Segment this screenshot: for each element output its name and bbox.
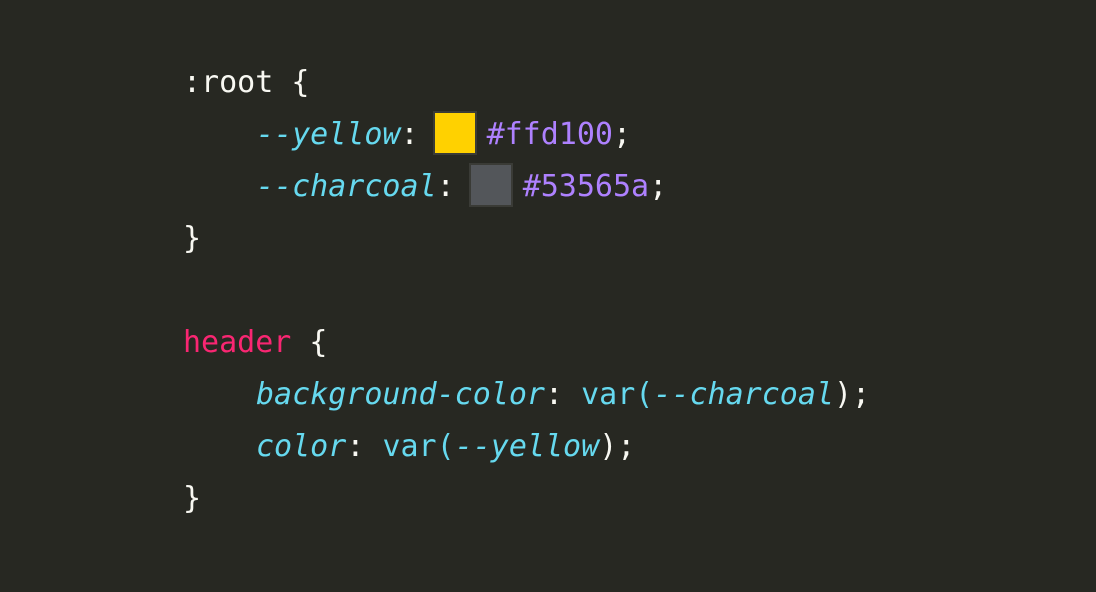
code-line-8: color: var(--yellow); xyxy=(183,421,635,473)
code-line-4: } xyxy=(183,213,201,265)
root-selector: :root xyxy=(183,65,274,100)
semicolon: ; xyxy=(617,429,636,464)
colon: : xyxy=(400,117,419,152)
property-name: background-color xyxy=(256,377,545,412)
close-paren: ) xyxy=(833,377,853,412)
code-line-2: --yellow: #ffd100; xyxy=(183,109,631,161)
code-editor[interactable]: :root { --yellow: #ffd100; --charcoal: #53… xyxy=(0,0,1096,592)
hex-value: #ffd100 xyxy=(486,117,613,152)
semicolon: ; xyxy=(852,377,871,412)
var-function: var( xyxy=(382,429,455,464)
color-swatch-yellow[interactable] xyxy=(432,110,477,155)
variable-name: --yellow xyxy=(454,429,600,464)
close-brace: } xyxy=(183,221,202,256)
property-name: color xyxy=(256,429,347,464)
code-line-3: --charcoal: #53565a; xyxy=(183,161,667,213)
property-name: --charcoal xyxy=(256,169,437,204)
code-line-6: header { xyxy=(183,317,328,369)
open-brace: { xyxy=(291,325,328,360)
open-brace: { xyxy=(273,65,310,100)
colon: : xyxy=(436,169,455,204)
semicolon: ; xyxy=(649,169,668,204)
code-line-7: background-color: var(--charcoal); xyxy=(183,369,870,421)
close-brace: } xyxy=(183,481,202,516)
colon: : xyxy=(544,377,582,412)
code-line-9: } xyxy=(183,473,201,525)
semicolon: ; xyxy=(613,117,632,152)
hex-value: #53565a xyxy=(522,169,650,204)
code-line-1: :root { xyxy=(183,57,309,109)
var-function: var( xyxy=(581,377,654,412)
property-name: --yellow xyxy=(256,117,401,152)
header-selector: header xyxy=(183,325,292,360)
close-paren: ) xyxy=(599,429,618,464)
variable-name: --charcoal xyxy=(653,377,834,412)
color-swatch-charcoal[interactable] xyxy=(468,162,513,207)
colon: : xyxy=(346,429,383,464)
